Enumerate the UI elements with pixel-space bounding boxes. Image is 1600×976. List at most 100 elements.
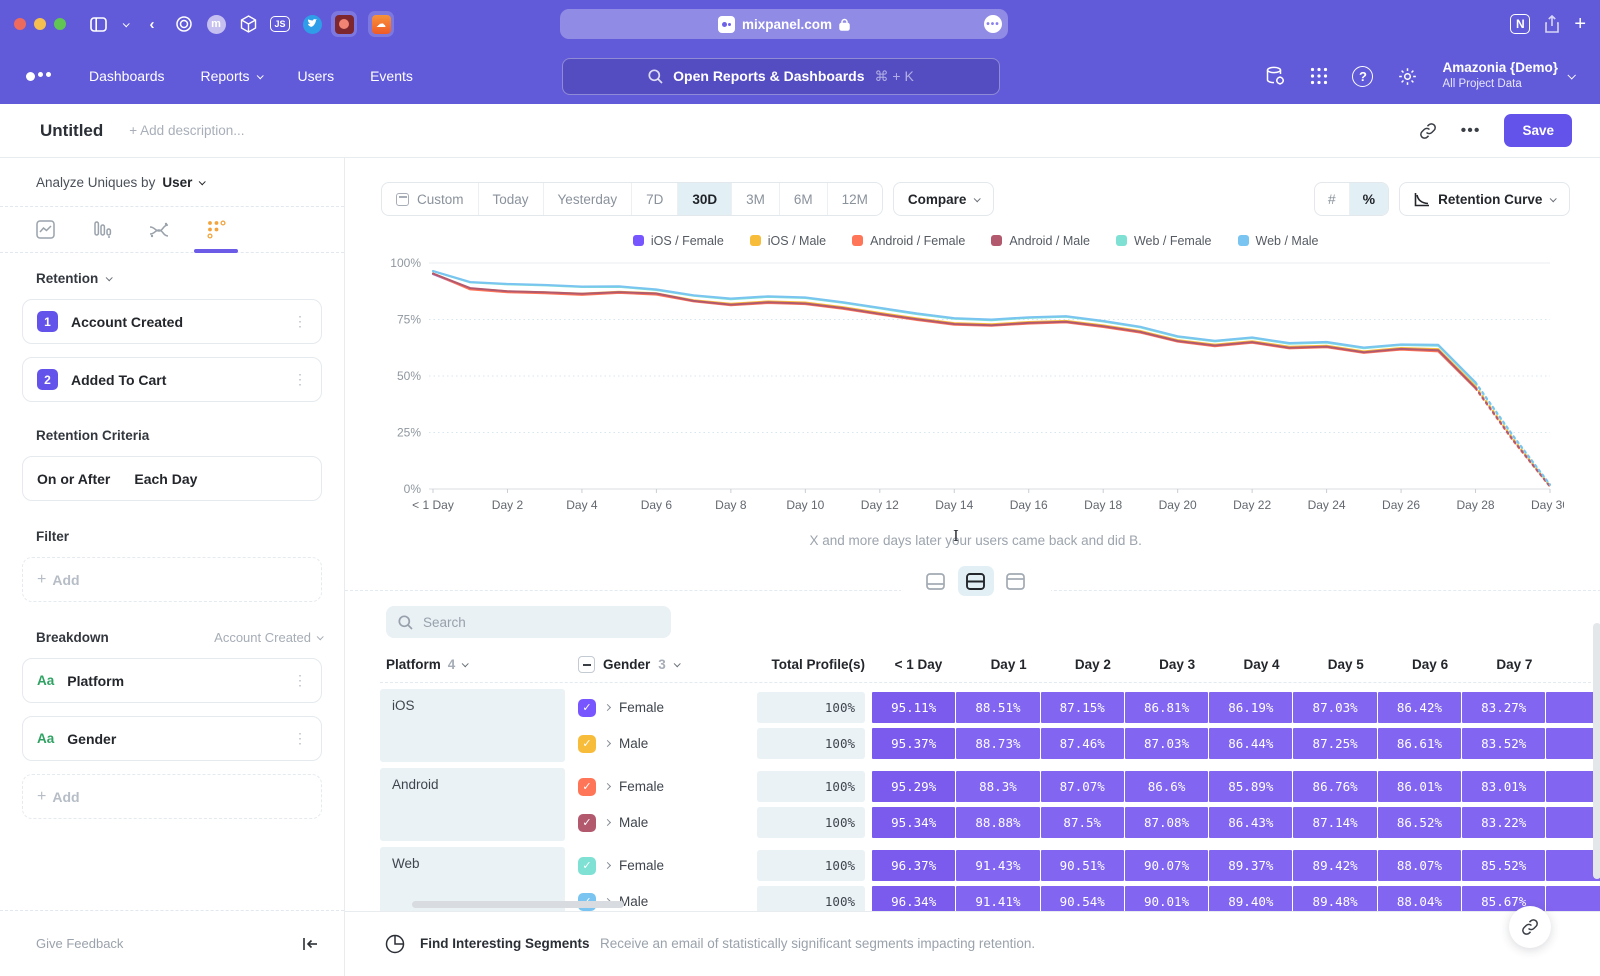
expand-row-icon[interactable] xyxy=(604,783,611,790)
step-card-account-created[interactable]: 1Account Created⋮ xyxy=(22,299,322,344)
retention-value-cell[interactable]: 87.25% xyxy=(1293,728,1376,759)
nav-item-dashboards[interactable]: Dashboards xyxy=(89,68,165,84)
day-header[interactable]: Day 5 xyxy=(1293,657,1376,672)
retention-value-cell[interactable]: 83.27% xyxy=(1462,692,1545,723)
retention-value-cell[interactable]: 95.29% xyxy=(872,771,955,802)
table-search-input[interactable]: Search xyxy=(386,606,671,638)
breakdown-card-gender[interactable]: AaGender⋮ xyxy=(22,716,322,761)
retention-value-cell[interactable]: 90.07% xyxy=(1125,850,1208,881)
absolute-mode-button[interactable]: # xyxy=(1315,183,1350,215)
url-bar[interactable]: mixpanel.com ••• xyxy=(560,9,1008,39)
retention-value-cell[interactable]: 88.51% xyxy=(956,692,1039,723)
kebab-menu-icon[interactable]: ⋮ xyxy=(293,672,307,689)
legend-item[interactable]: iOS / Female xyxy=(633,234,724,248)
report-title[interactable]: Untitled xyxy=(40,121,103,141)
close-window-icon[interactable] xyxy=(14,18,26,30)
retention-value-cell[interactable]: 87.14% xyxy=(1293,807,1376,838)
series-checkbox[interactable]: ✓ xyxy=(578,735,596,753)
settings-gear-icon[interactable] xyxy=(1397,66,1418,87)
breakdown-scope-dropdown[interactable]: Account Created xyxy=(214,630,322,645)
extension-m-icon[interactable]: m xyxy=(203,11,229,37)
range-today[interactable]: Today xyxy=(479,183,544,215)
retention-value-cell[interactable]: 89.37% xyxy=(1209,850,1292,881)
range-custom[interactable]: Custom xyxy=(382,183,479,215)
day-header[interactable]: Day 4 xyxy=(1209,657,1292,672)
retention-value-cell[interactable]: 86.42% xyxy=(1378,692,1461,723)
project-switcher[interactable]: Amazonia {Demo} All Project Data xyxy=(1442,60,1574,91)
day-header[interactable]: Day 3 xyxy=(1125,657,1208,672)
platform-cell[interactable]: Android xyxy=(380,768,565,841)
analyze-value-dropdown[interactable]: User xyxy=(162,175,204,190)
range-30d[interactable]: 30D xyxy=(678,183,732,215)
retention-value-cell[interactable]: 83.22% xyxy=(1462,807,1545,838)
retention-value-cell[interactable]: 87.08% xyxy=(1125,807,1208,838)
extension-soundcloud-icon[interactable]: ☁ xyxy=(368,11,394,37)
gender-column-header[interactable]: Gender 3 xyxy=(578,656,757,673)
extension-cube-icon[interactable] xyxy=(235,11,261,37)
legend-item[interactable]: iOS / Male xyxy=(750,234,826,248)
back-icon[interactable]: ‹ xyxy=(139,11,165,37)
retention-value-cell[interactable]: 96.34% xyxy=(872,886,955,911)
extension-ring-icon[interactable] xyxy=(171,11,197,37)
kebab-menu-icon[interactable]: ⋮ xyxy=(293,313,307,330)
expand-row-icon[interactable] xyxy=(604,819,611,826)
nav-item-reports[interactable]: Reports xyxy=(201,68,262,84)
give-feedback-link[interactable]: Give Feedback xyxy=(36,936,123,951)
retention-value-cell[interactable]: 86.44% xyxy=(1209,728,1292,759)
expand-row-icon[interactable] xyxy=(604,704,611,711)
retention-value-cell[interactable]: 87.07% xyxy=(1041,771,1124,802)
vertical-scrollbar[interactable] xyxy=(1593,623,1600,879)
tab-retention[interactable] xyxy=(201,212,231,248)
platform-column-header[interactable]: Platform 4 xyxy=(380,657,565,672)
retention-value-cell[interactable]: 89.42% xyxy=(1293,850,1376,881)
retention-value-cell[interactable]: 88.73% xyxy=(956,728,1039,759)
retention-value-cell[interactable]: 89.48% xyxy=(1293,886,1376,911)
gender-cell[interactable]: ✓Female xyxy=(578,699,757,717)
retention-value-cell[interactable]: 83.01% xyxy=(1462,771,1545,802)
retention-value-cell[interactable]: 86.52% xyxy=(1378,807,1461,838)
retention-value-cell[interactable]: 91.41% xyxy=(956,886,1039,911)
retention-value-cell[interactable]: 87.5% xyxy=(1041,807,1124,838)
range-6m[interactable]: 6M xyxy=(780,183,828,215)
minimize-window-icon[interactable] xyxy=(34,18,46,30)
kebab-menu-icon[interactable]: ⋮ xyxy=(293,371,307,388)
range-12m[interactable]: 12M xyxy=(828,183,882,215)
retention-chart[interactable]: 0%25%50%75%100%< 1 DayDay 2Day 4Day 6Day… xyxy=(381,253,1564,525)
add-filter-button[interactable]: +Add xyxy=(22,557,322,602)
series-checkbox[interactable]: ✓ xyxy=(578,778,596,796)
gender-cell[interactable]: ✓Female xyxy=(578,778,757,796)
range-yesterday[interactable]: Yesterday xyxy=(544,183,633,215)
copy-link-icon[interactable] xyxy=(1419,122,1437,140)
retention-value-cell[interactable]: 90.01% xyxy=(1125,886,1208,911)
legend-item[interactable]: Web / Male xyxy=(1238,234,1319,248)
retention-value-cell[interactable]: 88.07% xyxy=(1378,850,1461,881)
mixpanel-logo[interactable] xyxy=(26,72,51,81)
range-7d[interactable]: 7D xyxy=(632,183,678,215)
retention-value-cell[interactable]: 86.6% xyxy=(1125,771,1208,802)
retention-value-cell[interactable]: 95.37% xyxy=(872,728,955,759)
retention-value-cell[interactable]: 90.51% xyxy=(1041,850,1124,881)
view-table-button[interactable] xyxy=(998,566,1034,596)
total-profiles-header[interactable]: Total Profile(s) xyxy=(757,657,865,672)
legend-item[interactable]: Web / Female xyxy=(1116,234,1212,248)
retention-value-cell[interactable]: 85.52% xyxy=(1462,850,1545,881)
kebab-menu-icon[interactable]: ⋮ xyxy=(293,730,307,747)
retention-value-cell[interactable]: 86.43% xyxy=(1209,807,1292,838)
platform-cell[interactable]: iOS xyxy=(380,689,565,762)
url-actions-icon[interactable]: ••• xyxy=(984,15,1002,33)
legend-item[interactable]: Android / Male xyxy=(991,234,1090,248)
series-checkbox[interactable]: ✓ xyxy=(578,814,596,832)
select-all-checkbox[interactable] xyxy=(578,656,595,673)
expand-row-icon[interactable] xyxy=(604,862,611,869)
more-actions-icon[interactable]: ••• xyxy=(1461,122,1481,140)
retention-criteria-card[interactable]: On or After Each Day xyxy=(22,456,322,501)
retention-value-cell[interactable]: 86.61% xyxy=(1378,728,1461,759)
retention-value-cell[interactable]: 88.04% xyxy=(1378,886,1461,911)
nav-item-users[interactable]: Users xyxy=(298,68,335,84)
series-checkbox[interactable]: ✓ xyxy=(578,699,596,717)
share-icon[interactable] xyxy=(1544,15,1560,33)
tab-insights[interactable] xyxy=(30,212,60,248)
day-header[interactable]: < 1 Day xyxy=(872,657,955,672)
retention-value-cell[interactable]: 88.3% xyxy=(956,771,1039,802)
range-3m[interactable]: 3M xyxy=(732,183,780,215)
